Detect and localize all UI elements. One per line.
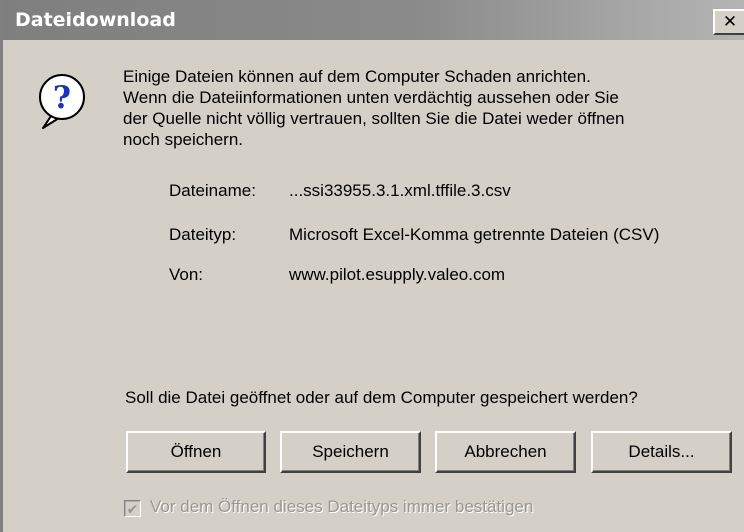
question-icon: ? [39, 74, 85, 129]
cancel-button[interactable]: Abbrechen [435, 431, 576, 473]
checkmark-icon: ✔ [126, 500, 139, 517]
warning-line: Einige Dateien können auf dem Computer S… [123, 67, 591, 86]
close-icon: ✕ [722, 11, 738, 32]
filetype-label: Dateityp: [169, 225, 237, 244]
warning-message: Einige Dateien können auf dem Computer S… [123, 66, 624, 150]
download-dialog: Dateidownload ✕ ? Einige Dateien können … [0, 0, 744, 532]
filetype-value: Microsoft Excel-Komma getrennte Dateien … [289, 225, 660, 244]
always-ask-checkbox[interactable]: ✔ [124, 500, 141, 517]
save-button[interactable]: Speichern [280, 431, 421, 473]
source-label: Von: [169, 265, 204, 284]
source-value: www.pilot.esupply.valeo.com [289, 265, 506, 284]
dialog-title: Dateidownload [15, 9, 176, 31]
close-button[interactable]: ✕ [713, 9, 744, 35]
warning-line: noch speichern. [123, 130, 244, 149]
open-or-save-question: Soll die Datei geöffnet oder auf dem Com… [125, 388, 638, 407]
open-button[interactable]: Öffnen [126, 431, 266, 473]
filename-label: Dateiname: [169, 181, 256, 200]
details-button[interactable]: Details... [591, 431, 732, 473]
warning-line: der Quelle nicht völlig vertrauen, sollt… [123, 109, 625, 128]
always-ask-label: Vor dem Öffnen dieses Dateityps immer be… [150, 497, 534, 516]
title-bar[interactable]: Dateidownload ✕ [3, 0, 744, 40]
filename-value: ...ssi33955.3.1.xml.tffile.3.csv [289, 181, 511, 200]
svg-text:?: ? [53, 80, 71, 116]
warning-line: Wenn die Dateiinformationen unten verdäc… [123, 88, 619, 107]
